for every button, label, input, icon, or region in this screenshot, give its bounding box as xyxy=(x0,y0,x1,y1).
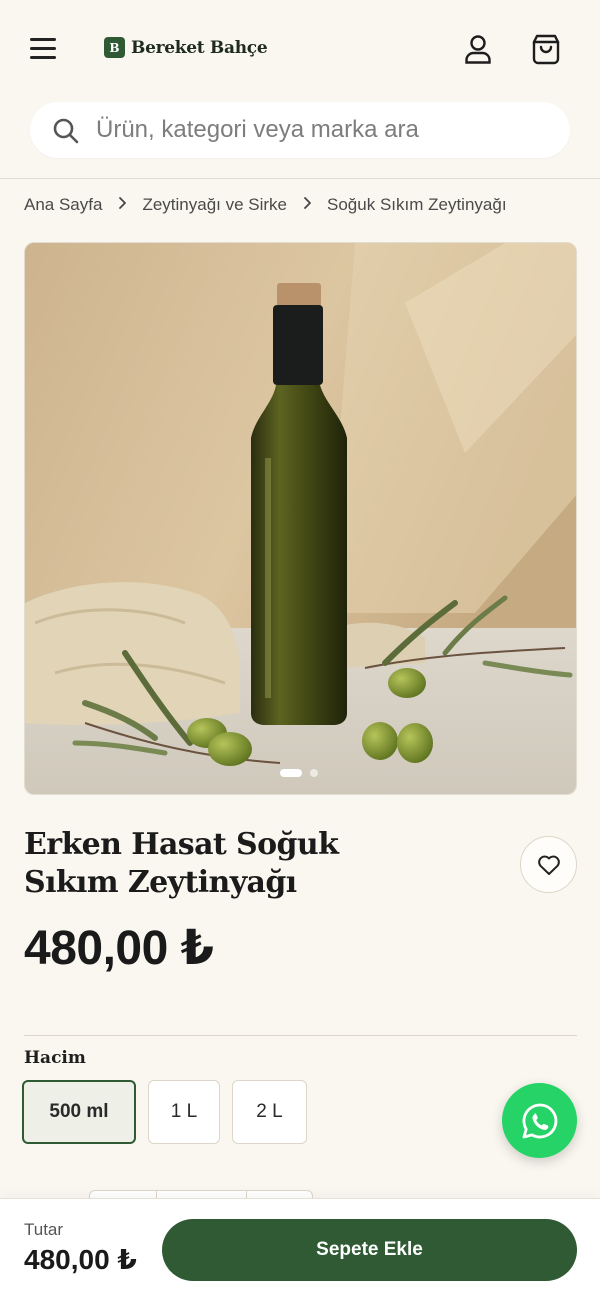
volume-options: 500 ml 1 L 2 L xyxy=(22,1080,307,1144)
gallery-dot-1[interactable] xyxy=(280,769,302,777)
header: B Bereket Bahçe xyxy=(0,0,600,98)
cart-button[interactable] xyxy=(526,29,566,69)
account-button[interactable] xyxy=(458,29,498,69)
chevron-right-icon xyxy=(287,195,327,215)
logo-mark: B xyxy=(104,37,125,58)
whatsapp-icon xyxy=(522,1103,557,1138)
total-label: Tutar xyxy=(24,1220,64,1239)
product-price: 480,00 ₺ xyxy=(24,922,214,975)
brand-logo[interactable]: B Bereket Bahçe xyxy=(104,37,268,58)
whatsapp-button[interactable] xyxy=(502,1083,577,1158)
product-title: Erken Hasat Soğuk Sıkım Zeytinyağı xyxy=(24,826,464,902)
header-divider xyxy=(0,178,600,179)
gallery-pagination xyxy=(280,769,318,777)
hamburger-icon xyxy=(30,38,56,41)
breadcrumb: Ana Sayfa Zeytinyağı ve Sirke Soğuk Sıkı… xyxy=(24,195,507,215)
menu-button[interactable] xyxy=(24,32,62,66)
heart-icon xyxy=(537,855,560,875)
add-to-cart-button[interactable]: Sepete Ekle xyxy=(162,1219,577,1281)
search-input[interactable] xyxy=(96,110,556,150)
search-bar xyxy=(30,102,570,158)
breadcrumb-subcategory[interactable]: Soğuk Sıkım Zeytinyağı xyxy=(327,195,507,215)
shopping-bag-icon xyxy=(532,34,560,65)
volume-option-500ml[interactable]: 500 ml xyxy=(22,1080,136,1144)
checkout-bar: Tutar 480,00 ₺ Sepete Ekle xyxy=(0,1198,600,1298)
product-title-line-2: Sıkım Zeytinyağı xyxy=(24,865,297,900)
breadcrumb-home[interactable]: Ana Sayfa xyxy=(24,195,102,215)
favorite-button[interactable] xyxy=(520,836,577,893)
olive-oil-bottle-image xyxy=(25,243,576,794)
chevron-right-icon xyxy=(102,195,142,215)
gallery-dot-2[interactable] xyxy=(310,769,318,777)
brand-name: Bereket Bahçe xyxy=(131,37,268,58)
search-icon[interactable] xyxy=(52,117,80,145)
total-value: 480,00 ₺ xyxy=(24,1244,137,1275)
breadcrumb-category[interactable]: Zeytinyağı ve Sirke xyxy=(142,195,287,215)
user-icon xyxy=(465,35,491,64)
product-title-line-1: Erken Hasat Soğuk xyxy=(24,827,339,862)
volume-option-1l[interactable]: 1 L xyxy=(148,1080,220,1144)
volume-label: Hacim xyxy=(24,1048,86,1068)
volume-option-2l[interactable]: 2 L xyxy=(232,1080,307,1144)
product-image[interactable] xyxy=(24,242,577,795)
section-divider xyxy=(24,1035,577,1036)
